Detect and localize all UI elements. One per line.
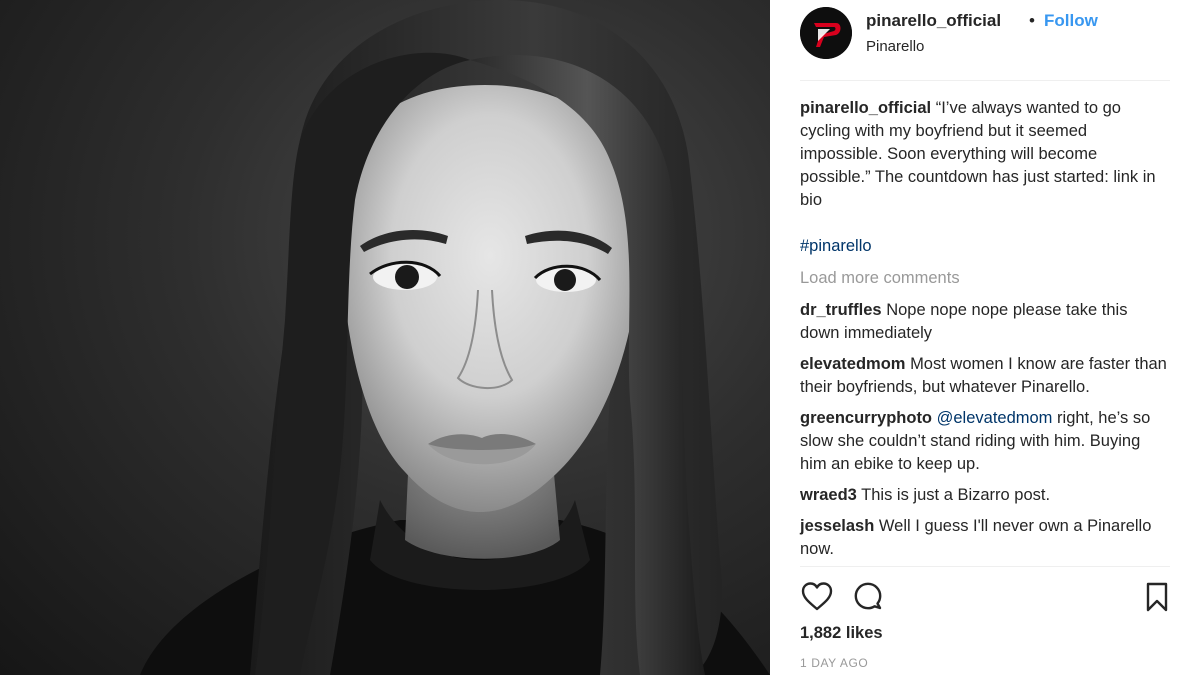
follow-button[interactable]: Follow	[1044, 11, 1098, 31]
actions-divider	[800, 566, 1170, 567]
comment-username[interactable]: wraed3	[800, 486, 857, 504]
post-photo[interactable]	[0, 0, 770, 675]
post-actions-bar	[800, 580, 1170, 614]
portrait-photo-image	[140, 0, 770, 675]
comment-username[interactable]: elevatedmom	[800, 355, 905, 373]
post-timestamp[interactable]: 1 DAY AGO	[800, 656, 868, 670]
comment-button[interactable]	[851, 580, 885, 614]
comment-item: wraed3 This is just a Bizarro post.	[800, 484, 1170, 507]
comment-item: jesselash Well I guess I'll never own a …	[800, 515, 1170, 561]
header-location[interactable]: Pinarello	[866, 38, 924, 55]
comment-username[interactable]: dr_truffles	[800, 301, 882, 319]
header-separator: •	[1029, 11, 1035, 30]
comment-item: dr_truffles Nope nope nope please take t…	[800, 299, 1170, 345]
pinarello-logo-icon	[800, 7, 852, 59]
speech-bubble-icon	[854, 582, 882, 610]
bookmark-icon	[1146, 582, 1168, 612]
instagram-post: pinarello_official • Follow Pinarello pi…	[0, 0, 1200, 675]
caption-hashtag[interactable]: #pinarello	[800, 235, 1170, 258]
comment-item: greencurryphoto @elevatedmom right, he’s…	[800, 407, 1170, 476]
comment-username[interactable]: greencurryphoto	[800, 409, 932, 427]
comments-section: pinarello_official “I’ve always wanted t…	[800, 97, 1170, 569]
header-username[interactable]: pinarello_official	[866, 11, 1001, 31]
post-side-panel: pinarello_official • Follow Pinarello pi…	[770, 0, 1200, 675]
heart-icon	[801, 582, 833, 611]
post-caption: pinarello_official “I’ve always wanted t…	[800, 97, 1170, 212]
save-button[interactable]	[1140, 580, 1174, 614]
header-divider	[800, 80, 1170, 81]
comment-text: This is just a Bizarro post.	[861, 486, 1051, 504]
comment-mention[interactable]: @elevatedmom	[937, 409, 1053, 427]
like-button[interactable]	[800, 580, 834, 614]
likes-count[interactable]: 1,882 likes	[800, 624, 883, 643]
comment-username[interactable]: jesselash	[800, 517, 874, 535]
avatar[interactable]	[800, 7, 852, 59]
caption-username[interactable]: pinarello_official	[800, 99, 931, 117]
load-more-comments-button[interactable]: Load more comments	[800, 267, 1170, 290]
comment-item: elevatedmom Most women I know are faster…	[800, 353, 1170, 399]
post-header: pinarello_official • Follow Pinarello	[770, 0, 1200, 80]
